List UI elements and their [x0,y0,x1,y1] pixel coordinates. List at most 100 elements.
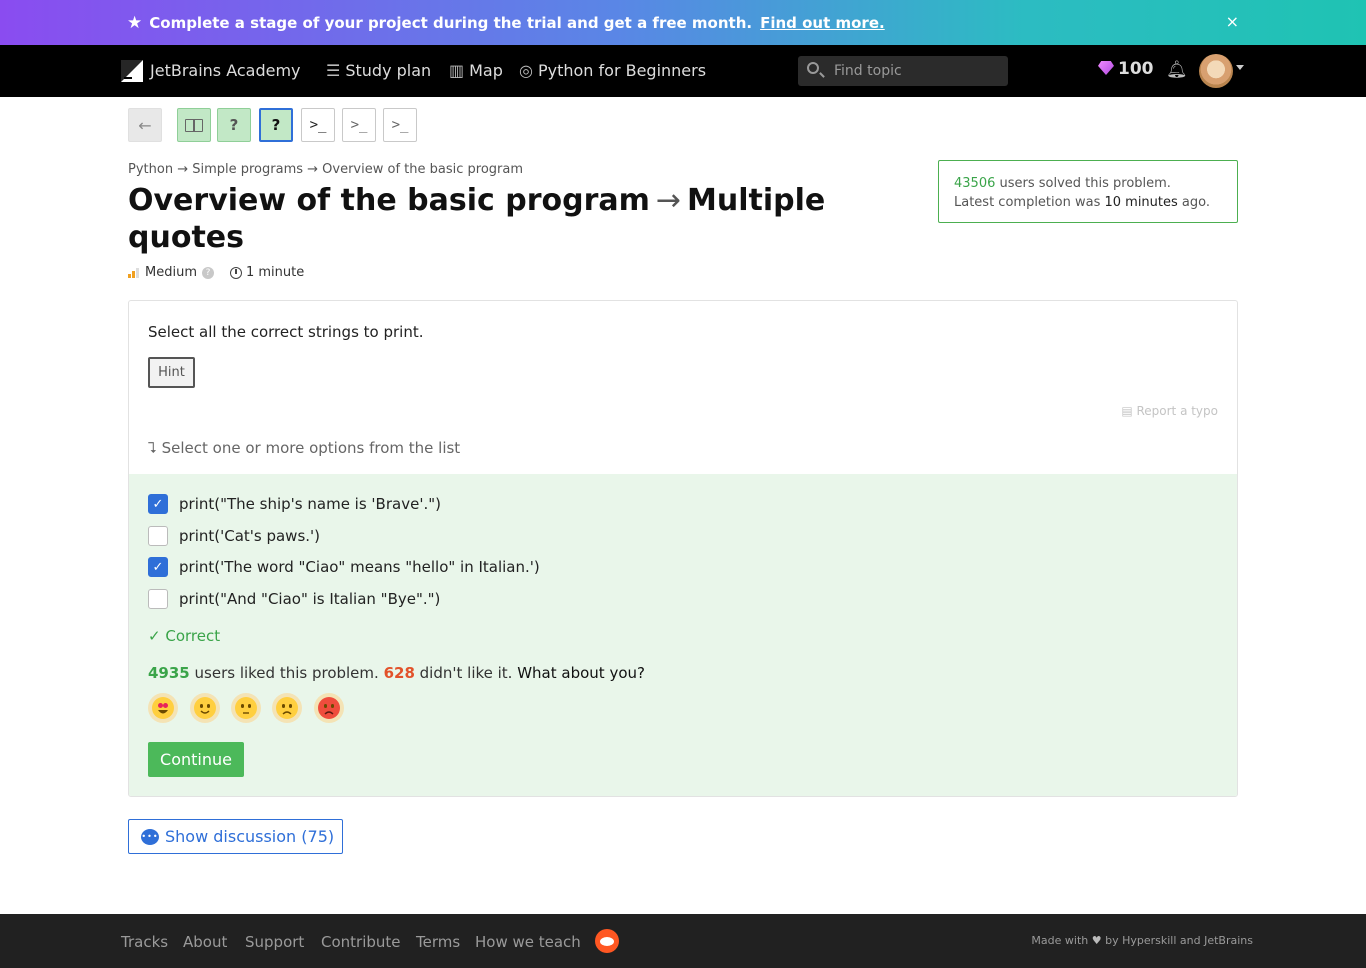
option-1[interactable]: ✓ print("The ship's name is 'Brave'.") [148,494,441,514]
select-instruction: ⮧ Select one or more options from the li… [148,439,460,457]
option-label: print('Cat's paws.') [179,527,321,545]
footer-link-contribute[interactable]: Contribute [321,933,401,951]
document-icon: ▤ [1121,404,1137,418]
task-card: Select all the correct strings to print.… [128,300,1238,797]
checkbox-checked[interactable]: ✓ [148,557,168,577]
promo-message: Complete a stage of your project during … [149,13,753,32]
checkbox-checked[interactable]: ✓ [148,494,168,514]
arrow-right-icon: → [655,183,682,218]
map-icon: ▥ [449,61,465,80]
search-icon [807,62,819,74]
angry-emoji-icon[interactable] [314,693,344,723]
promo-link[interactable]: Find out more. [760,14,885,32]
step-theory[interactable] [177,108,211,142]
jetbrains-logo-icon[interactable] [121,60,143,82]
checkbox-unchecked[interactable] [148,526,168,546]
option-4[interactable]: print("And "Ciao" is Italian "Bye".") [148,589,440,609]
show-discussion-button[interactable]: ••• Show discussion (75) [128,819,343,854]
chat-bubble-icon: ••• [141,828,159,845]
step-code-1[interactable]: >_ [301,108,335,142]
latest-time: 10 minutes [1104,195,1178,210]
chevron-down-icon[interactable] [1236,65,1244,70]
turn-down-icon: ⮧ [148,439,162,457]
love-emoji-icon[interactable] [148,693,178,723]
promo-banner: ★ Complete a stage of your project durin… [0,0,1366,45]
duration-label: 1 minute [245,265,305,280]
happy-emoji-icon[interactable] [190,693,220,723]
brand-name[interactable]: JetBrains Academy [150,61,301,80]
made-prefix: Made with [1031,934,1092,947]
top-nav: JetBrains Academy ☰ Study plan ▥ Map ◎ Pyth… [0,45,1366,97]
answer-area: ✓ print("The ship's name is 'Brave'.") p… [129,474,1237,796]
feedback-question: What about you? [517,664,645,682]
option-3[interactable]: ✓ print('The word "Ciao" means "hello" i… [148,557,540,577]
breadcrumb[interactable]: Python → Simple programs → Overview of t… [128,162,523,177]
page-title: Overview of the basic program → Multiple q… [128,182,848,256]
latest-prefix: Latest completion was [954,195,1105,210]
problem-meta: Medium ? 1 minute [128,265,304,280]
sad-emoji-icon[interactable] [272,693,302,723]
difficulty-label: Medium [145,265,197,280]
hint-button[interactable]: Hint [148,357,195,388]
footer-link-tracks[interactable]: Tracks [121,933,168,951]
latest-suffix: ago. [1177,195,1210,210]
report-typo-label: Report a typo [1136,404,1218,418]
likes-text: users liked this problem. [189,664,384,682]
option-2[interactable]: print('Cat's paws.') [148,526,320,546]
discussion-label: Show discussion (75) [165,827,335,846]
question-icon: ? [229,116,239,134]
terminal-icon: >_ [391,117,409,133]
gems-counter[interactable]: 100 [1098,59,1154,79]
nav-track[interactable]: ◎ Python for Beginners [519,61,706,80]
book-icon [185,118,203,132]
result-status: ✓ Correct [148,627,220,645]
terminal-icon: >_ [309,117,327,133]
report-typo-link[interactable]: ▤ Report a typo [1121,404,1218,418]
reddit-icon[interactable] [595,929,619,953]
footer-link-how-we-teach[interactable]: How we teach [475,933,581,951]
option-label: print("And "Ciao" is Italian "Bye".") [179,590,441,608]
question-icon: ? [271,116,281,134]
track-icon: ◎ [519,61,533,80]
step-code-2[interactable]: >_ [342,108,376,142]
option-label: print("The ship's name is 'Brave'.") [179,495,441,513]
result-label: Correct [165,627,221,645]
star-icon: ★ [127,12,143,33]
footer: Tracks About Support Contribute Terms Ho… [0,914,1366,968]
clock-icon [229,266,242,279]
search-box[interactable] [798,56,1008,86]
terminal-icon: >_ [350,117,368,133]
footer-link-terms[interactable]: Terms [416,933,460,951]
nav-map-label: Map [469,61,503,80]
heart-icon: ♥ [1091,934,1102,947]
step-quiz-1[interactable]: ? [217,108,251,142]
solved-count: 43506 [954,176,996,191]
gem-icon [1098,61,1114,75]
feedback-summary: 4935 users liked this problem. 628 didn'… [148,664,645,682]
avatar[interactable] [1199,54,1233,88]
footer-link-support[interactable]: Support [245,933,304,951]
solve-stats: 43506 users solved this problem. Latest … [938,160,1238,223]
step-code-3[interactable]: >_ [383,108,417,142]
footer-link-about[interactable]: About [183,933,227,951]
nav-study-plan-label: Study plan [345,61,432,80]
nav-study-plan[interactable]: ☰ Study plan [326,61,431,80]
search-input[interactable] [834,61,999,81]
option-label: print('The word "Ciao" means "hello" in … [179,558,540,576]
help-icon[interactable]: ? [201,266,214,279]
dislikes-text: didn't like it. [414,664,518,682]
dislikes-count: 628 [383,664,415,682]
topic-title[interactable]: Overview of the basic program [128,183,650,218]
neutral-emoji-icon[interactable] [231,693,261,723]
check-icon: ✓ [148,627,166,645]
back-button[interactable]: ← [128,108,162,142]
step-quiz-2[interactable]: ? [259,108,293,142]
continue-button[interactable]: Continue [148,742,244,777]
bell-icon[interactable]: 🔔︎ [1166,60,1188,80]
difficulty-bars-icon [128,267,139,278]
checkbox-unchecked[interactable] [148,589,168,609]
nav-map[interactable]: ▥ Map [449,61,503,80]
close-icon[interactable]: × [1226,12,1239,31]
nav-track-label: Python for Beginners [537,61,707,80]
gems-value: 100 [1118,59,1154,79]
